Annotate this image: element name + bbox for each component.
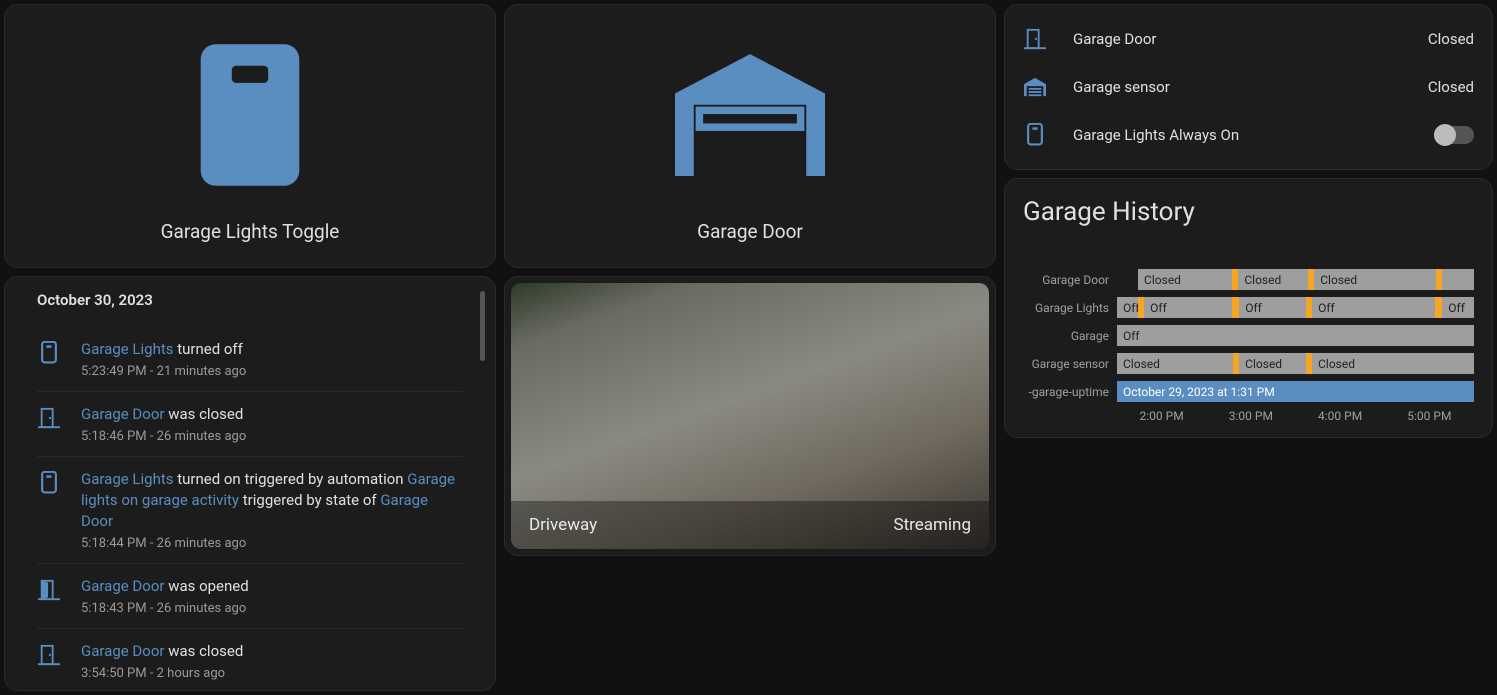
history-title: Garage History — [1023, 197, 1474, 227]
light-switch-icon — [175, 40, 325, 190]
axis-tick: 5:00 PM — [1385, 409, 1474, 423]
status-card: Garage Door Closed Garage sensor Closed … — [1004, 4, 1493, 170]
timeline-segment: Off — [1117, 297, 1138, 318]
log-item-text: Garage Door was opened — [81, 576, 463, 597]
status-label: Garage Door — [1073, 30, 1402, 48]
timeline-track: October 29, 2023 at 1:31 PM — [1117, 381, 1474, 402]
status-row: Garage Door Closed — [1023, 15, 1474, 63]
garage-icon — [675, 40, 825, 190]
log-item-time: 5:23:49 PM - 21 minutes ago — [81, 364, 463, 379]
timeline-segment — [1442, 269, 1474, 290]
door-closed-icon — [37, 643, 61, 667]
light-icon — [37, 471, 61, 495]
log-item-time: 5:18:43 PM - 26 minutes ago — [81, 601, 463, 616]
toggle-switch[interactable] — [1434, 126, 1474, 144]
garage-icon — [1023, 75, 1047, 99]
status-label: Garage Lights Always On — [1073, 126, 1408, 144]
log-item-time: 3:54:50 PM - 2 hours ago — [81, 666, 463, 681]
timeline-label: Garage Lights — [1023, 301, 1117, 315]
axis-tick: 3:00 PM — [1206, 409, 1295, 423]
timeline-row[interactable]: Garage Door Closed Closed Closed — [1023, 269, 1474, 290]
garage-lights-toggle-label: Garage Lights Toggle — [161, 220, 340, 243]
log-item-text: Garage Lights turned on triggered by aut… — [81, 469, 463, 532]
history-card: Garage History Garage Door ClosedClosedC… — [1004, 178, 1493, 438]
garage-door-label: Garage Door — [697, 220, 803, 243]
log-item[interactable]: Garage Lights turned on triggered by aut… — [37, 457, 463, 564]
timeline-segment: Closed — [1238, 269, 1308, 290]
status-label: Garage sensor — [1073, 78, 1402, 96]
axis-tick: 2:00 PM — [1117, 409, 1206, 423]
log-item-time: 5:18:44 PM - 26 minutes ago — [81, 536, 463, 551]
camera-overlay: Driveway Streaming — [511, 501, 989, 549]
timeline-track: Off Off Off Off Off — [1117, 297, 1474, 318]
timeline-label: Garage sensor — [1023, 357, 1117, 371]
status-row: Garage sensor Closed — [1023, 63, 1474, 111]
timeline-segment: October 29, 2023 at 1:31 PM — [1117, 381, 1474, 402]
timeline-row[interactable]: Garage Off — [1023, 325, 1474, 346]
timeline-segment: Off — [1312, 297, 1435, 318]
timeline-track: Closed Closed Closed — [1117, 269, 1474, 290]
timeline-segment: Off — [1117, 325, 1474, 346]
status-value: Closed — [1428, 78, 1474, 96]
timeline-segment — [1232, 297, 1239, 318]
activity-log-card: October 30, 2023 Garage Lights turned of… — [4, 276, 496, 691]
log-item[interactable]: Garage Door was closed 5:18:46 PM - 26 m… — [37, 392, 463, 457]
light-icon — [37, 341, 61, 365]
log-item[interactable]: Garage Door was opened 5:18:43 PM - 26 m… — [37, 564, 463, 629]
log-date-header: October 30, 2023 — [37, 291, 463, 309]
status-value: Closed — [1428, 30, 1474, 48]
timeline-segment: Closed — [1314, 269, 1436, 290]
axis-tick: 4:00 PM — [1296, 409, 1385, 423]
timeline-row[interactable]: Garage Lights Off Off Off Off Off — [1023, 297, 1474, 318]
camera-feed[interactable]: Driveway Streaming — [511, 283, 989, 549]
driveway-camera-card: Driveway Streaming — [504, 276, 996, 556]
camera-name: Driveway — [529, 515, 597, 535]
door-closed-icon — [1023, 27, 1047, 51]
activity-log-scroll[interactable]: October 30, 2023 Garage Lights turned of… — [5, 277, 495, 690]
timeline-row[interactable]: -garage-uptime October 29, 2023 at 1:31 … — [1023, 381, 1474, 402]
garage-lights-toggle-card[interactable]: Garage Lights Toggle — [4, 4, 496, 268]
log-item-time: 5:18:46 PM - 26 minutes ago — [81, 429, 463, 444]
timeline-track: Off — [1117, 325, 1474, 346]
log-item-text: Garage Lights turned off — [81, 339, 463, 360]
door-open-icon — [37, 578, 61, 602]
timeline-segment: Off — [1239, 297, 1306, 318]
garage-door-card[interactable]: Garage Door — [504, 4, 996, 268]
light-icon — [1023, 123, 1047, 147]
timeline-segment: Off — [1144, 297, 1232, 318]
timeline-segment: Closed — [1239, 353, 1306, 374]
history-time-axis: 2:00 PM3:00 PM4:00 PM5:00 PM — [1117, 409, 1474, 423]
timeline-segment: Off — [1442, 297, 1474, 318]
timeline-label: Garage Door — [1023, 273, 1117, 287]
timeline-segment: Closed — [1138, 269, 1232, 290]
timeline-segment — [1117, 269, 1138, 290]
timeline-row[interactable]: Garage sensor Closed Closed Closed — [1023, 353, 1474, 374]
door-closed-icon — [37, 406, 61, 430]
scrollbar-thumb[interactable] — [480, 291, 485, 361]
timeline-label: Garage — [1023, 329, 1117, 343]
log-item-text: Garage Door was closed — [81, 404, 463, 425]
timeline-segment — [1435, 297, 1442, 318]
status-row[interactable]: Garage Lights Always On — [1023, 111, 1474, 159]
timeline-track: Closed Closed Closed — [1117, 353, 1474, 374]
timeline-label: -garage-uptime — [1023, 385, 1117, 399]
log-item[interactable]: Garage Lights turned off 5:23:49 PM - 21… — [37, 327, 463, 392]
log-item[interactable]: Garage Door was closed 3:54:50 PM - 2 ho… — [37, 629, 463, 690]
timeline-segment: Closed — [1117, 353, 1233, 374]
log-item-text: Garage Door was closed — [81, 641, 463, 662]
timeline-segment: Closed — [1312, 353, 1474, 374]
camera-status: Streaming — [894, 515, 972, 535]
